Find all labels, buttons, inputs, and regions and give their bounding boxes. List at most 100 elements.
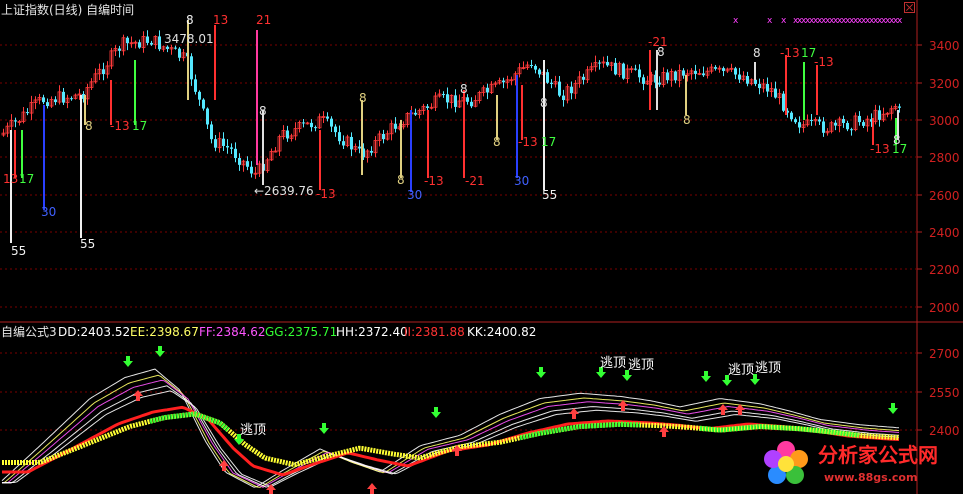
candle-body xyxy=(702,73,705,76)
count-label: 55 xyxy=(80,237,96,251)
up-arrow-icon xyxy=(569,408,579,419)
candle-body xyxy=(794,119,797,123)
candle-body xyxy=(342,141,345,146)
escape-top-label: 逃顶 xyxy=(755,361,782,376)
escape-top-label: 逃顶 xyxy=(728,363,755,378)
count-label: -13 xyxy=(316,187,336,201)
candle-body xyxy=(634,68,637,70)
x-marker: x xyxy=(733,16,739,26)
candle-body xyxy=(118,48,121,51)
candle-body xyxy=(466,97,469,102)
x-marker: x xyxy=(897,16,903,26)
x-marker: x xyxy=(767,16,773,26)
candle-body xyxy=(682,70,685,76)
signal-bar xyxy=(754,62,756,80)
candle-body xyxy=(314,127,317,129)
candle-body xyxy=(606,61,609,66)
candle-body xyxy=(234,148,237,159)
candle-body xyxy=(190,56,193,80)
price-tick: 3000 xyxy=(929,114,960,128)
candle-body xyxy=(898,106,901,108)
candle-body xyxy=(714,67,717,69)
candle-body xyxy=(694,70,697,74)
signal-bar xyxy=(649,50,651,110)
escape-top-label: 逃顶 xyxy=(628,358,655,373)
indicator-tick: 2550 xyxy=(929,386,960,400)
candle-body xyxy=(174,47,177,49)
candle-body xyxy=(126,37,129,44)
candle-body xyxy=(302,122,305,124)
candle-body xyxy=(358,146,361,149)
candle-body xyxy=(230,147,233,149)
candle-body xyxy=(394,123,397,129)
indicator-tick: 2400 xyxy=(929,424,960,438)
count-label: 8 xyxy=(359,91,367,105)
candle-body xyxy=(622,63,625,79)
candle-body xyxy=(166,46,169,49)
hh-value: HH:2372.40 xyxy=(336,325,408,339)
signal-bar xyxy=(43,105,45,210)
signal-bar xyxy=(803,62,805,120)
count-label: -13 xyxy=(110,119,130,133)
candle-body xyxy=(734,68,737,75)
signal-bar xyxy=(134,60,136,125)
ff-value: FF:2384.62 xyxy=(199,325,266,339)
candle-body xyxy=(766,83,769,92)
flower-logo-icon xyxy=(764,441,808,484)
candle-body xyxy=(210,124,213,140)
candle-body xyxy=(582,76,585,80)
candle-body xyxy=(350,136,353,150)
candle-body xyxy=(614,62,617,75)
count-label: 8 xyxy=(657,45,665,59)
watermark-logo: 分析家公式网 www.88gs.com xyxy=(758,437,958,491)
candle-body xyxy=(310,122,313,128)
candle-body xyxy=(246,161,249,167)
candle-body xyxy=(538,69,541,75)
candle-body xyxy=(250,166,253,174)
x-marker: x xyxy=(781,16,787,26)
price-tick: 3400 xyxy=(929,39,960,53)
candle-body xyxy=(746,76,749,84)
signal-bar xyxy=(10,130,12,243)
low-price-label: ←2639.76 xyxy=(254,184,314,198)
candle-body xyxy=(54,99,57,103)
candle-body xyxy=(330,118,333,127)
candle-body xyxy=(530,65,533,67)
price-tick: 2200 xyxy=(929,263,960,277)
count-label: 8 xyxy=(186,13,194,27)
price-tick: 2000 xyxy=(929,301,960,315)
candle-body xyxy=(790,112,793,120)
candle-body xyxy=(798,122,801,128)
escape-top-label: 逃顶 xyxy=(240,423,267,438)
candle-body xyxy=(158,36,161,50)
candle-body xyxy=(674,71,677,81)
close-icon[interactable] xyxy=(904,2,915,13)
count-label: 30 xyxy=(41,205,57,219)
count-label: 8 xyxy=(753,46,761,60)
count-label: 21 xyxy=(256,13,272,27)
candle-body xyxy=(782,93,785,111)
candle-body xyxy=(774,88,777,98)
candle-body xyxy=(202,99,205,109)
price-tick: 2600 xyxy=(929,189,960,203)
signal-bar xyxy=(410,110,412,192)
main-chart-title: 上证指数(日线) 自编时间 xyxy=(1,3,135,17)
count-label: 8 xyxy=(683,113,691,127)
candle-body xyxy=(222,138,225,146)
count-label: 30 xyxy=(407,188,423,202)
candle-body xyxy=(286,130,289,139)
candle-body xyxy=(570,86,573,94)
candle-body xyxy=(326,116,329,119)
candle-body xyxy=(822,121,825,133)
dd-value: DD:2403.52 xyxy=(58,325,131,339)
count-label: 17 xyxy=(892,142,908,156)
candle-body xyxy=(214,139,217,148)
candle-body xyxy=(102,69,105,75)
candle-body xyxy=(146,36,149,43)
candle-body xyxy=(758,83,761,89)
candle-body xyxy=(738,74,741,80)
candle-body xyxy=(502,80,505,83)
candle-body xyxy=(426,106,429,108)
candle-body xyxy=(810,119,813,121)
count-label: 8 xyxy=(259,104,267,118)
